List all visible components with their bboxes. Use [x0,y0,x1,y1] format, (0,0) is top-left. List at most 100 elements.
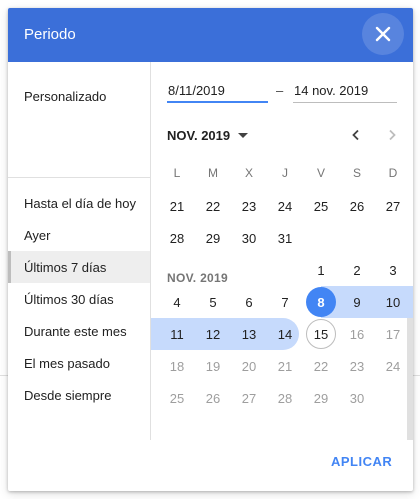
day-number: 6 [245,294,253,310]
range-separator: – [276,83,284,98]
day-number: 21 [169,198,185,214]
day-number: 21 [277,358,293,374]
calendar-day[interactable]: 9 [339,286,375,318]
calendar-day[interactable]: 22 [303,350,339,382]
preset-last-30-days[interactable]: Últimos 30 días [8,283,151,315]
day-number: 23 [349,358,365,374]
day-number: 29 [205,230,221,246]
month-label: NOV. 2019 [167,271,228,285]
calendar-day[interactable]: 30 [339,382,375,414]
scrollbar-thumb[interactable] [407,318,413,440]
day-number: 13 [241,326,257,342]
day-number: 16 [349,326,365,342]
calendar-panel: – NOV. 2019 NOV. 2019 212223242526272829… [151,62,413,440]
close-icon [375,26,391,42]
month-selector[interactable]: NOV. 2019 [167,125,249,145]
preset-this-month[interactable]: Durante este mes [8,315,151,347]
day-number: 9 [353,294,361,310]
apply-button[interactable]: APLICAR [331,454,392,469]
calendar-day[interactable]: 23 [339,350,375,382]
calendar-day[interactable]: 26 [195,382,231,414]
calendar-day[interactable]: 21 [267,350,303,382]
day-number: 10 [385,294,401,310]
calendar-day[interactable]: 28 [267,382,303,414]
calendar-day[interactable]: 26 [339,190,375,222]
calendar-day[interactable]: 31 [267,222,303,254]
calendar-day[interactable]: 29 [303,382,339,414]
today-day: 15 [306,319,336,349]
preset-yesterday[interactable]: Ayer [8,219,151,251]
calendar-day[interactable]: 20 [231,350,267,382]
calendar-day[interactable]: 4 [159,286,195,318]
calendar-day[interactable]: 13 [231,318,267,350]
calendar-day[interactable]: 28 [159,222,195,254]
calendar-day[interactable]: 24 [375,350,411,382]
preset-last-7-days[interactable]: Últimos 7 días [8,251,151,283]
start-date-input[interactable] [167,79,268,103]
calendar-day[interactable]: 18 [159,350,195,382]
preset-last-month[interactable]: El mes pasado [8,347,151,379]
day-number: 22 [205,198,221,214]
day-number: 2 [353,262,361,278]
day-number: 7 [281,294,289,310]
day-number: 29 [313,390,329,406]
day-number: 26 [349,198,365,214]
calendar-day[interactable]: 16 [339,318,375,350]
calendar-day[interactable]: 14 [267,318,303,350]
calendar-day[interactable]: 17 [375,318,411,350]
day-number: 25 [169,390,185,406]
calendar-day[interactable]: 27 [375,190,411,222]
close-button[interactable] [362,13,404,55]
day-number: 22 [313,358,329,374]
day-number: 24 [385,358,401,374]
calendar-day[interactable]: 30 [231,222,267,254]
selected-day: 8 [306,287,336,317]
calendar-day[interactable]: 15 [303,318,339,350]
calendar-day[interactable]: 8 [303,286,339,318]
calendar-day[interactable]: 5 [195,286,231,318]
day-number: 4 [173,294,181,310]
calendar-day[interactable]: 1 [303,254,339,286]
preset-to-date[interactable]: Hasta el día de hoy [8,187,151,219]
calendar-day[interactable]: 22 [195,190,231,222]
calendar-day[interactable]: 12 [195,318,231,350]
calendar-day[interactable]: 10 [375,286,411,318]
calendar-day[interactable]: 6 [231,286,267,318]
day-number: 31 [277,230,293,246]
calendar-day[interactable]: 21 [159,190,195,222]
calendar-day[interactable]: 11 [159,318,195,350]
background-divider [413,375,420,376]
day-number: 20 [241,358,257,374]
day-number: 17 [385,326,401,342]
calendar-day[interactable]: 2 [339,254,375,286]
preset-all-time[interactable]: Desde siempre [8,379,151,411]
preset-divider [8,177,151,178]
prev-month-button[interactable] [344,123,368,147]
next-month-button[interactable] [380,123,404,147]
day-number: 3 [389,262,397,278]
calendar-day[interactable]: 19 [195,350,231,382]
chevron-right-icon [389,129,396,141]
day-number: 28 [277,390,293,406]
day-number: 27 [385,198,401,214]
calendar-day[interactable]: 3 [375,254,411,286]
end-date-input[interactable] [293,79,397,103]
calendar-day[interactable]: 29 [195,222,231,254]
chevron-left-icon [352,129,359,141]
preset-custom[interactable]: Personalizado [8,80,151,112]
calendar-day[interactable]: 27 [231,382,267,414]
weekday-label: D [388,166,398,180]
day-number: 25 [313,198,329,214]
day-number: 11 [170,326,184,342]
weekday-label: V [316,166,325,180]
calendar-day[interactable]: 23 [231,190,267,222]
calendar-day[interactable]: 7 [267,286,303,318]
calendar-day[interactable]: 25 [303,190,339,222]
period-dialog: Periodo Personalizado Hasta el día de ho… [8,8,413,491]
day-number: 23 [241,198,257,214]
calendar-day[interactable]: 25 [159,382,195,414]
day-number: 19 [205,358,221,374]
weekday-label: L [173,166,181,180]
calendar-day[interactable]: 24 [267,190,303,222]
weekday-label: M [208,166,218,180]
